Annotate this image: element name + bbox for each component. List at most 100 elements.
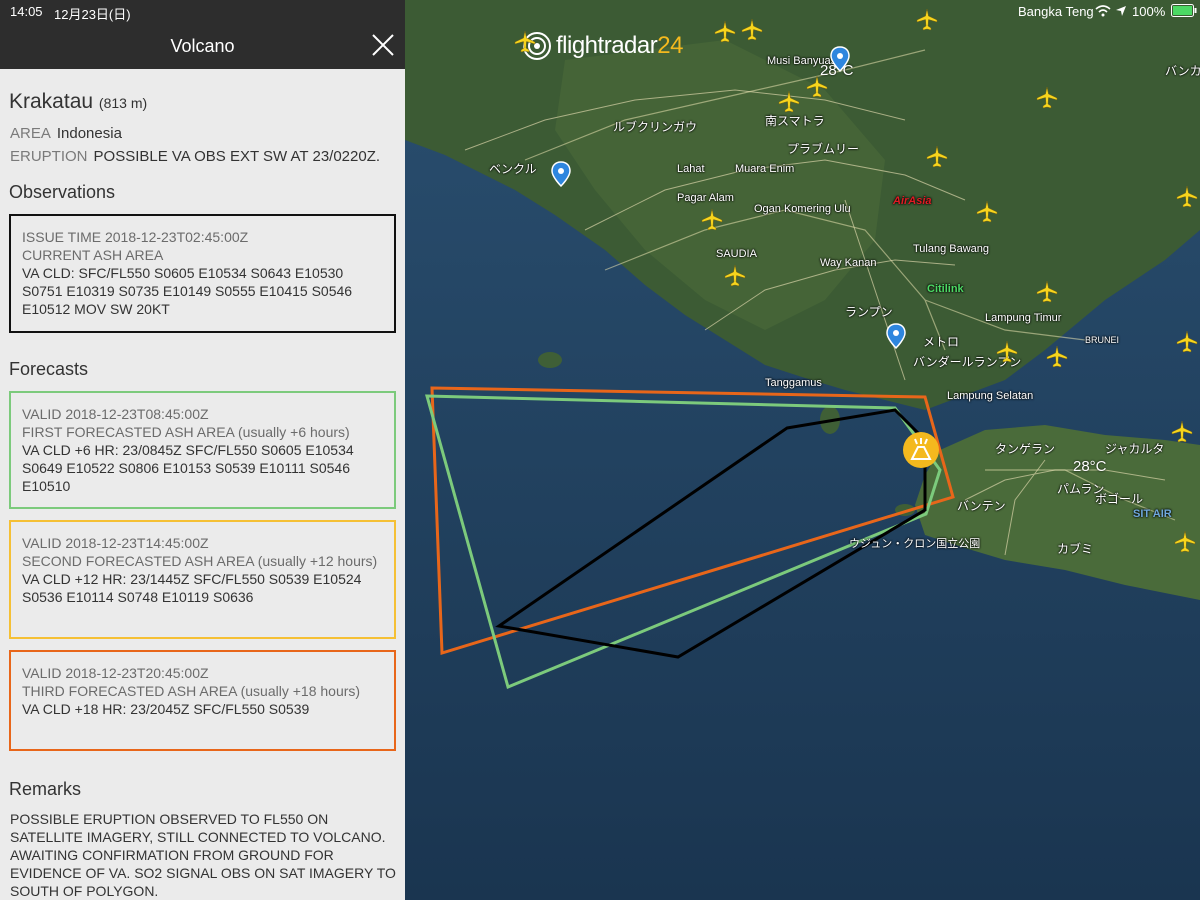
- volcano-icon: [910, 438, 932, 460]
- volcano-title: Krakatau (813 m): [9, 90, 147, 114]
- place-label: Way Kanan: [820, 257, 877, 269]
- airplane-icon[interactable]: [915, 8, 939, 32]
- airplane-icon[interactable]: [1170, 420, 1194, 444]
- wifi-icon: [1095, 5, 1111, 17]
- airplane-icon[interactable]: [700, 208, 724, 232]
- place-label: Lahat: [677, 163, 705, 175]
- forecasts-heading: Forecasts: [9, 359, 89, 379]
- place-label: タンゲラン: [995, 442, 1056, 456]
- place-label: Pagar Alam: [677, 192, 734, 204]
- forecast-title: FIRST FORECASTED ASH AREA (usually +6 ho…: [22, 424, 350, 440]
- place-label: ランプン: [845, 305, 893, 319]
- place-label: カブミ: [1057, 542, 1094, 556]
- carrier-label: Bangka Teng: [1018, 4, 1094, 19]
- eruption-row: ERUPTION POSSIBLE VA OBS EXT SW AT 23/022…: [10, 148, 380, 165]
- airplane-icon[interactable]: [1175, 185, 1199, 209]
- place-label: ベンクル: [489, 162, 537, 176]
- volcano-name: Krakatau: [9, 90, 94, 113]
- eruption-value: POSSIBLE VA OBS EXT SW AT 23/0220Z.: [93, 148, 381, 165]
- volcano-elevation: (813 m): [98, 95, 148, 111]
- logo-text: flightradar24: [556, 32, 683, 60]
- location-arrow-icon: [1116, 6, 1126, 16]
- flightradar24-logo: flightradar24: [522, 28, 692, 64]
- airplane-icon[interactable]: [1045, 345, 1069, 369]
- area-value: Indonesia: [56, 125, 122, 142]
- close-icon: [372, 34, 394, 56]
- forecast-valid: VALID 2018-12-23T08:45:00Z: [22, 406, 209, 422]
- place-label: ルブクリンガウ: [613, 120, 698, 134]
- forecast-title: THIRD FORECASTED ASH AREA (usually +18 h…: [22, 683, 361, 699]
- airplane-icon[interactable]: [805, 75, 829, 99]
- airplane-icon[interactable]: [777, 90, 801, 114]
- airplane-icon[interactable]: [1035, 86, 1059, 110]
- place-label: Tanggamus: [765, 377, 822, 389]
- place-label: Muara Enim: [735, 163, 795, 175]
- airplane-icon[interactable]: [1035, 280, 1059, 304]
- forecast-valid: VALID 2018-12-23T20:45:00Z: [22, 665, 209, 681]
- location-pin-icon[interactable]: [830, 46, 850, 72]
- observation-body: VA CLD: SFC/FL550 S0605 E10534 S0643 E10…: [22, 265, 353, 317]
- panel-header: 14:05 12月23日(日) Volcano: [0, 0, 405, 69]
- volcano-panel: 14:05 12月23日(日) Volcano Krakatau (813 m)…: [0, 0, 405, 900]
- forecast-card-6h: VALID 2018-12-23T08:45:00Z FIRST FORECAS…: [9, 391, 396, 509]
- panel-title: Volcano: [170, 36, 235, 56]
- airplane-icon[interactable]: [1173, 530, 1197, 554]
- airplane-icon[interactable]: [975, 200, 999, 224]
- observation-card: ISSUE TIME 2018-12-23T02:45:00Z CURRENT …: [9, 214, 396, 333]
- forecast-card-12h: VALID 2018-12-23T14:45:00Z SECOND FORECA…: [9, 520, 396, 639]
- current-ash-title: CURRENT ASH AREA: [22, 247, 164, 263]
- forecast-title: SECOND FORECASTED ASH AREA (usually +12 …: [22, 553, 378, 569]
- issue-time: ISSUE TIME 2018-12-23T02:45:00Z: [22, 229, 249, 245]
- place-label: ウジュン・クロン国立公園: [849, 538, 981, 550]
- status-time: 14:05: [10, 4, 43, 19]
- eruption-label: ERUPTION: [10, 148, 88, 165]
- airplane-icon[interactable]: [513, 30, 537, 54]
- place-label: バンカ: [1165, 64, 1200, 78]
- island: [538, 352, 562, 368]
- place-label: プラブムリー: [787, 142, 860, 156]
- remarks-body: POSSIBLE ERUPTION OBSERVED TO FL550 ON S…: [10, 811, 396, 899]
- area-label: AREA: [10, 125, 51, 142]
- airline-label: AirAsia: [893, 195, 932, 207]
- close-button[interactable]: [367, 31, 397, 61]
- map-canvas: [405, 0, 1200, 900]
- area-row: AREA Indonesia: [10, 125, 122, 142]
- observations-heading: Observations: [9, 182, 116, 202]
- airplane-icon[interactable]: [1175, 330, 1199, 354]
- location-pin-icon[interactable]: [551, 161, 571, 187]
- logo-number: 24: [657, 32, 683, 59]
- airplane-icon[interactable]: [995, 340, 1019, 364]
- place-label: SAUDIA: [716, 248, 757, 260]
- place-label: Ogan Komering Ulu: [754, 203, 851, 215]
- airplane-icon[interactable]: [740, 18, 764, 42]
- place-label: メトロ: [923, 335, 960, 349]
- panel-body[interactable]: Krakatau (813 m) AREA Indonesia ERUPTION P…: [0, 69, 405, 900]
- forecast-card-18h: VALID 2018-12-23T20:45:00Z THIRD FORECAS…: [9, 650, 396, 751]
- place-label: Lampung Timur: [985, 312, 1062, 324]
- place-label: Lampung Selatan: [947, 390, 1034, 402]
- place-label: バンテン: [957, 499, 1006, 513]
- logo-wordmark: flightradar: [556, 32, 658, 59]
- volcano-marker[interactable]: [903, 432, 939, 468]
- forecast-valid: VALID 2018-12-23T14:45:00Z: [22, 535, 209, 551]
- place-label: 南スマトラ: [765, 114, 825, 128]
- airline-label: SIT AIR: [1133, 508, 1172, 520]
- flight-map[interactable]: flightradar24 Bangka Teng 100% 28°C 28°C…: [405, 0, 1200, 900]
- battery-percent: 100%: [1132, 4, 1166, 19]
- airplane-icon[interactable]: [713, 20, 737, 44]
- weather-temp: 28°C: [1073, 458, 1107, 475]
- location-pin-icon[interactable]: [886, 323, 906, 349]
- airplane-icon[interactable]: [925, 145, 949, 169]
- airline-label: BRUNEI: [1085, 335, 1120, 345]
- place-label: ボゴール: [1095, 492, 1144, 506]
- place-label: ジャカルタ: [1105, 442, 1165, 456]
- forecast-body: VA CLD +6 HR: 23/0845Z SFC/FL550 S0605 E…: [22, 442, 354, 494]
- airline-label: Citilink: [927, 283, 964, 295]
- battery-icon: [1171, 4, 1197, 17]
- place-label: Tulang Bawang: [913, 243, 990, 255]
- status-date: 12月23日(日): [54, 7, 131, 22]
- airplane-icon[interactable]: [723, 264, 747, 288]
- remarks-heading: Remarks: [9, 779, 82, 799]
- forecast-body: VA CLD +18 HR: 23/2045Z SFC/FL550 S0539: [22, 701, 310, 717]
- forecast-body: VA CLD +12 HR: 23/1445Z SFC/FL550 S0539 …: [22, 571, 362, 605]
